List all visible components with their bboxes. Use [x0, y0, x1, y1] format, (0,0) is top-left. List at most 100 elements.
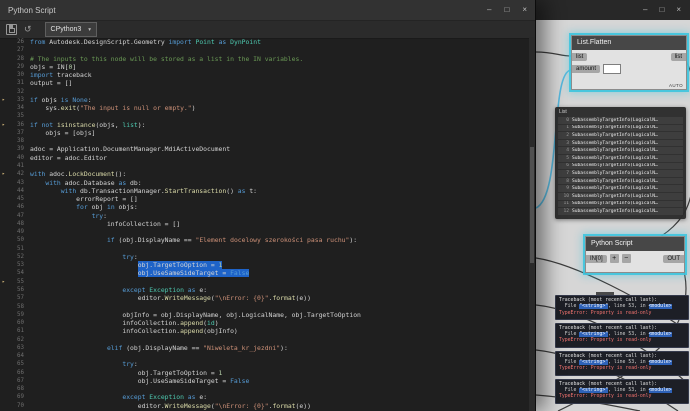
list-item[interactable]: 9 SubassemblyTargetInfo(LogicalN… [558, 185, 683, 192]
code-text[interactable]: from Autodesk.DesignScript.Geometry impo… [30, 38, 529, 46]
code-line[interactable]: 31 output = [] [0, 79, 529, 87]
code-text[interactable]: infoCollection = [] [30, 220, 529, 228]
code-line[interactable]: 40 editor = adoc.Editor [0, 154, 529, 162]
code-text[interactable] [30, 137, 529, 145]
list-item[interactable]: 12 SubassemblyTargetInfo(LogicalN… [558, 208, 683, 215]
code-line[interactable]: 66 obj.TargetToOption = 1 [0, 369, 529, 377]
code-text[interactable]: obj.TargetToOption = 1 [30, 369, 529, 377]
code-text[interactable]: for obj in objs: [30, 203, 529, 211]
code-text[interactable] [30, 385, 529, 393]
code-text[interactable] [30, 278, 529, 286]
code-text[interactable]: output = [] [30, 79, 529, 87]
code-line[interactable]: 61 infoCollection.append(objInfo) [0, 327, 529, 335]
engine-dropdown[interactable]: CPython3 ▾ [44, 22, 98, 37]
remove-input-button[interactable]: − [621, 254, 631, 263]
code-text[interactable]: try: [30, 212, 529, 220]
add-input-button[interactable]: + [609, 254, 619, 263]
code-line[interactable]: 60 infoCollection.append(id) [0, 319, 529, 327]
close-button[interactable]: × [522, 6, 527, 14]
code-text[interactable]: adoc = Application.DocumentManager.MdiAc… [30, 145, 529, 153]
code-text[interactable] [30, 352, 529, 360]
code-text[interactable]: sys.exit("The input is null or empty.") [30, 104, 529, 112]
wire[interactable] [535, 51, 572, 57]
code-line[interactable]: 41 [0, 162, 529, 170]
code-text[interactable]: elif (obj.DisplayName == "Niweleta_kr_je… [30, 344, 529, 352]
editor-scrollbar[interactable] [529, 37, 535, 411]
code-line[interactable]: 70 editor.WriteMessage("\nError: {0}".fo… [0, 402, 529, 410]
port-output-out[interactable]: OUT [663, 254, 684, 263]
code-line[interactable]: 34 sys.exit("The input is null or empty.… [0, 104, 529, 112]
node-python-script[interactable]: Python Script IN[0] + − OUT [585, 236, 685, 273]
code-text[interactable]: with adoc.LockDocument(): [30, 170, 529, 178]
node-title[interactable]: List.Flatten [572, 36, 686, 50]
list-item[interactable]: 6 SubassemblyTargetInfo(LogicalN… [558, 162, 683, 170]
code-text[interactable]: infoCollection.append(id) [30, 319, 529, 327]
code-line[interactable]: 69 except Exception as e: [0, 393, 529, 401]
list-item[interactable]: 5 SubassemblyTargetInfo(LogicalN… [558, 154, 683, 162]
port-input-in0[interactable]: IN[0] [586, 254, 607, 263]
code-text[interactable] [30, 336, 529, 344]
code-text[interactable]: editor = adoc.Editor [30, 154, 529, 162]
code-line[interactable]: 37 objs = [objs] [0, 129, 529, 137]
code-text[interactable] [30, 88, 529, 96]
code-text[interactable]: # The inputs to this node will be stored… [30, 55, 529, 63]
list-item[interactable]: 4 SubassemblyTargetInfo(LogicalN… [558, 147, 683, 154]
code-line[interactable]: 43 with adoc.Database as db: [0, 179, 529, 187]
code-text[interactable]: objs = IN[0] [30, 63, 529, 71]
code-line[interactable]: 46 for obj in objs: [0, 203, 529, 211]
code-text[interactable] [30, 228, 529, 236]
code-line[interactable]: 54 obj.UseSameSideTarget = False [0, 269, 529, 278]
code-text[interactable] [30, 162, 529, 170]
editor-titlebar[interactable]: Python Script – □ × [0, 0, 535, 21]
code-line[interactable]: 26 from Autodesk.DesignScript.Geometry im… [0, 38, 529, 46]
code-line[interactable]: 53 obj.TargetToOption = 1 [0, 261, 529, 270]
code-text[interactable]: import traceback [30, 71, 529, 79]
scrollbar-thumb[interactable] [530, 147, 534, 263]
code-line[interactable]: 30 import traceback [0, 71, 529, 79]
code-line[interactable]: 44 with db.TransactionManager.StartTrans… [0, 187, 529, 195]
lacing-indicator[interactable]: AUTO [669, 83, 683, 88]
code-line[interactable]: 32 [0, 88, 529, 96]
code-line[interactable]: 64 [0, 352, 529, 360]
code-line[interactable]: ▸ 36 if not isinstance(objs, list): [0, 121, 529, 129]
app-maximize-button[interactable]: □ [659, 6, 664, 14]
code-line[interactable]: 57 editor.WriteMessage("\nError: {0}".fo… [0, 294, 529, 302]
code-line[interactable]: 52 try: [0, 253, 529, 261]
code-text[interactable]: obj.TargetToOption = 1 [30, 261, 529, 270]
code-line[interactable]: 58 [0, 303, 529, 311]
code-line[interactable]: 68 [0, 385, 529, 393]
port-output-list[interactable]: list [670, 53, 686, 61]
port-input-list[interactable]: list [572, 53, 588, 61]
code-line[interactable]: 47 try: [0, 212, 529, 220]
list-item[interactable]: 2 SubassemblyTargetInfo(LogicalN… [558, 132, 683, 139]
code-text[interactable]: if not isinstance(objs, list): [30, 121, 529, 129]
node-list-flatten[interactable]: List.Flatten list list amount AUTO [571, 35, 687, 90]
code-line[interactable]: 29 objs = IN[0] [0, 63, 529, 71]
code-text[interactable]: try: [30, 360, 529, 368]
list-item[interactable]: 7 SubassemblyTargetInfo(LogicalN… [558, 170, 683, 177]
port-input-amount[interactable]: amount [572, 65, 601, 73]
code-text[interactable]: with db.TransactionManager.StartTransact… [30, 187, 529, 195]
code-line[interactable]: 27 [0, 46, 529, 54]
list-item[interactable]: 1 SubassemblyTargetInfo(LogicalN… [558, 124, 683, 132]
code-line[interactable]: 48 infoCollection = [] [0, 220, 529, 228]
code-line[interactable]: ▸ 33 if objs is None: [0, 96, 529, 104]
code-text[interactable]: if objs is None: [30, 96, 529, 104]
amount-default-value-field[interactable] [603, 64, 622, 74]
code-text[interactable] [30, 245, 529, 253]
code-line[interactable]: 45 errorReport = [] [0, 195, 529, 203]
code-line[interactable]: ▸ 55 [0, 278, 529, 286]
code-text[interactable] [30, 303, 529, 311]
code-line[interactable]: 50 if (obj.DisplayName == "Element docel… [0, 236, 529, 244]
code-line[interactable]: 67 obj.UseSameSideTarget = False [0, 377, 529, 385]
code-line[interactable]: 63 elif (obj.DisplayName == "Niweleta_kr… [0, 344, 529, 352]
app-minimize-button[interactable]: – [643, 6, 647, 14]
code-text[interactable]: infoCollection.append(objInfo) [30, 327, 529, 335]
code-line[interactable]: 51 [0, 245, 529, 253]
code-line[interactable]: ▸ 42 with adoc.LockDocument(): [0, 170, 529, 178]
code-editor[interactable]: 26 from Autodesk.DesignScript.Geometry im… [0, 37, 529, 411]
code-text[interactable]: editor.WriteMessage("\nError: {0}".forma… [30, 402, 529, 410]
code-line[interactable]: 35 [0, 112, 529, 120]
app-close-button[interactable]: × [676, 6, 681, 14]
list-item[interactable]: 11 SubassemblyTargetInfo(LogicalN… [558, 200, 683, 208]
